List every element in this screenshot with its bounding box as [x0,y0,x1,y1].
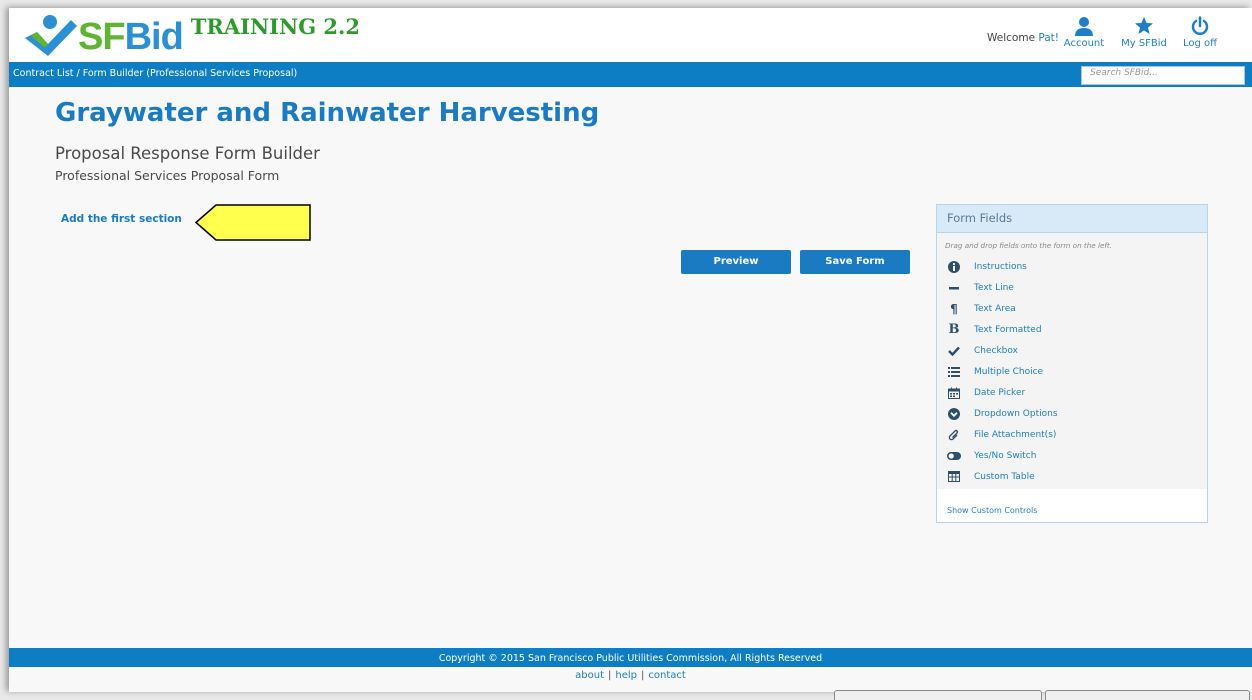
welcome-text: Welcome Pat! [987,32,1059,44]
toggle-icon [947,449,961,463]
about-link[interactable]: about [575,670,604,681]
field-list: Instructions Text Line ¶ Text Area B Tex… [937,256,1207,489]
account-button[interactable]: Account [1059,16,1109,49]
info-icon [947,260,961,274]
bold-icon: B [948,322,960,337]
field-dropdown-options[interactable]: Dropdown Options [937,403,1207,424]
page-subtitle: Proposal Response Form Builder [55,144,320,163]
field-file-attachment[interactable]: File Attachment(s) [937,424,1207,445]
show-custom-controls-link[interactable]: Show Custom Controls [947,506,1037,515]
field-instructions[interactable]: Instructions [937,256,1207,277]
contact-link[interactable]: contact [648,670,685,681]
field-custom-table[interactable]: Custom Table [937,466,1207,487]
field-label: Yes/No Switch [974,450,1037,461]
account-label: Account [1063,38,1105,49]
my-sfbid-label: My SFBid [1121,38,1167,49]
yellow-arrow-annotation [194,204,311,241]
logoff-label: Log off [1182,38,1218,49]
logo-sf-text: SF [78,16,126,58]
preview-button[interactable]: Preview [681,250,791,274]
user-name: Pat! [1038,32,1059,44]
paperclip-icon [947,428,961,442]
logo-bid-text: Bid [124,16,184,58]
field-label: Checkbox [974,345,1018,356]
field-date-picker[interactable]: Date Picker [937,382,1207,403]
user-icon [1075,17,1093,36]
my-sfbid-button[interactable]: My SFBid [1119,16,1169,49]
star-icon [1135,17,1153,34]
field-label: Text Line [974,282,1014,293]
field-label: Multiple Choice [974,366,1044,377]
breadcrumb[interactable]: Contract List / Form Builder (Profession… [13,68,297,79]
add-first-section-link[interactable]: Add the first section [61,213,182,225]
list-icon [947,365,961,379]
footer-bar: Copyright © 2015 San Francisco Public Ut… [9,648,1252,667]
copyright-text: Copyright © 2015 San Francisco Public Ut… [438,653,823,664]
save-form-button[interactable]: Save Form [800,250,910,274]
minus-icon [947,281,961,295]
calendar-icon [947,386,961,400]
field-checkbox[interactable]: Checkbox [937,340,1207,361]
panel-hint: Drag and drop fields onto the form on th… [937,233,1207,256]
checkmark-logo-icon [25,15,77,56]
nav-bar: Contract List / Form Builder (Profession… [9,62,1252,87]
panel-title: Form Fields [937,205,1207,233]
table-icon [947,470,961,484]
top-header: SF Bid TRAINING 2.2 Welcome Pat! Account … [9,8,1252,62]
field-label: Date Picker [974,387,1026,398]
app-window: SF Bid TRAINING 2.2 Welcome Pat! Account … [9,8,1252,700]
training-label: TRAINING 2.2 [190,14,360,39]
form-fields-panel: Form Fields Drag and drop fields onto th… [936,204,1208,523]
check-icon [947,344,961,358]
field-label: File Attachment(s) [974,429,1057,440]
field-text-area[interactable]: ¶ Text Area [937,298,1207,319]
power-icon [1191,16,1209,35]
field-text-formatted[interactable]: B Text Formatted [937,319,1207,340]
separator: | [641,670,645,681]
search-input[interactable]: Search SFBid... [1081,66,1245,85]
footer-links: about | help | contact [9,670,1252,681]
field-multiple-choice[interactable]: Multiple Choice [937,361,1207,382]
form-name: Professional Services Proposal Form [55,168,280,183]
welcome-prefix: Welcome [987,32,1039,44]
field-yes-no-switch[interactable]: Yes/No Switch [937,445,1207,466]
field-label: Instructions [974,261,1027,272]
field-label: Text Formatted [974,324,1042,335]
separator: | [608,670,612,681]
field-label: Custom Table [974,471,1035,482]
field-label: Dropdown Options [974,408,1058,419]
field-text-line[interactable]: Text Line [937,277,1207,298]
logoff-button[interactable]: Log off [1175,16,1225,49]
page-title: Graywater and Rainwater Harvesting [55,98,600,128]
field-label: Text Area [974,303,1016,314]
paragraph-icon: ¶ [950,301,958,316]
chevron-circle-down-icon [947,407,961,421]
help-link[interactable]: help [615,670,637,681]
sfbid-logo[interactable]: SF Bid TRAINING 2.2 [23,14,360,58]
